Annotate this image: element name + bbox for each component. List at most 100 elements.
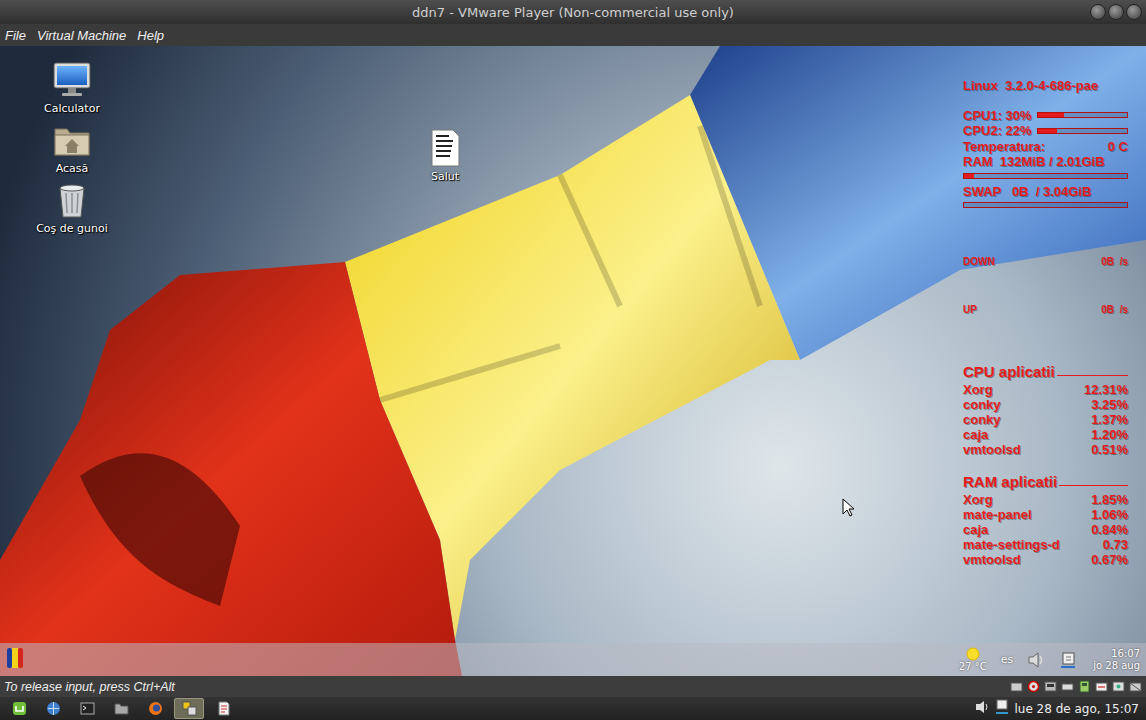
menu-item[interactable]: File [5, 28, 26, 43]
process-usage: 0.73 [1103, 537, 1128, 552]
process-name: conky [963, 397, 1001, 412]
keyboard-layout[interactable]: es [1001, 654, 1014, 666]
network-value: 0B /s [1101, 254, 1128, 269]
process-row: conky 1.37% [963, 412, 1128, 427]
clock-date: jo 28 aug [1093, 660, 1140, 672]
taskbar-app[interactable] [4, 698, 34, 719]
stat-value: 0 C [1108, 139, 1128, 155]
desktop-icon[interactable]: Salut [405, 128, 485, 184]
process-name: caja [963, 427, 988, 442]
network-label: DOWN [963, 254, 995, 269]
desktop-icon[interactable]: Acasă [32, 120, 112, 176]
mouse-cursor-icon [842, 498, 854, 517]
process-usage: 0.51% [1091, 442, 1128, 457]
section-title: RAM aplicatii [963, 473, 1128, 490]
process-row: vmtoolsd 0.51% [963, 442, 1128, 457]
system-stat: CPU1: 30% [963, 108, 1128, 124]
host-volume-button[interactable] [974, 699, 990, 718]
network-stat: DOWN 0B /s [963, 254, 1128, 269]
stat-label: CPU2: 22% [963, 123, 1032, 139]
maximize-button[interactable] [1108, 4, 1124, 20]
menu-bar: File Virtual Machine Help [0, 24, 1146, 46]
taskbar-app[interactable] [208, 698, 238, 719]
taskbar-app[interactable] [38, 698, 68, 719]
process-row: mate-settings-d 0.73 [963, 537, 1128, 552]
stat-label: RAM 132MiB / 2.01GiB [963, 154, 1128, 170]
process-row: Xorg12.31% [963, 382, 1128, 397]
device-icon [1010, 680, 1023, 693]
network-button[interactable] [1059, 651, 1077, 669]
stat-label: CPU1: 30% [963, 108, 1032, 124]
process-name: conky [963, 412, 1001, 427]
speaker-icon [974, 699, 990, 715]
desktop-icon-label: Coş de gunoi [36, 222, 108, 236]
system-stat: CPU2: 22% [963, 123, 1128, 139]
taskbar-app[interactable] [174, 698, 204, 719]
main-menu-button[interactable] [6, 646, 24, 673]
process-usage: 0.67% [1091, 552, 1128, 567]
firefox-icon [148, 701, 163, 716]
conky-monitor: Linux 3.2.0-4-686-pae CPU1: 30%CPU2: 22%T… [963, 78, 1128, 567]
guest-clock[interactable]: 16:07jo 28 aug [1093, 648, 1140, 672]
sun-icon [966, 647, 980, 661]
process-name: vmtoolsd [963, 442, 1021, 457]
system-stat: SWAP 0B / 3.04GiB [963, 184, 1128, 209]
section-title-text: CPU aplicatii [963, 363, 1055, 380]
minimize-button[interactable] [1090, 4, 1106, 20]
process-usage: 1.85% [1091, 492, 1128, 507]
status-bar: To release input, press Ctrl+Alt [0, 676, 1146, 697]
process-name: Xorg [963, 492, 993, 507]
process-usage: 1.37% [1091, 412, 1128, 427]
meter-track [1037, 112, 1128, 118]
network-label: UP [963, 302, 977, 317]
process-usage: 1.20% [1091, 427, 1128, 442]
network-stat: UP0B /s [963, 302, 1128, 317]
weather-applet[interactable]: 27 °C [959, 647, 987, 673]
process-row: Xorg 1.85% [963, 492, 1128, 507]
desktop-icon[interactable]: Coş de gunoi [32, 180, 112, 236]
taskbar-app[interactable] [72, 698, 102, 719]
meter-fill [1038, 113, 1065, 117]
process-row: mate-panel1.06% [963, 507, 1128, 522]
meter-fill [964, 174, 974, 178]
kernel-version: Linux 3.2.0-4-686-pae [963, 78, 1128, 94]
home-folder-icon [52, 120, 92, 160]
device-icon [1095, 680, 1108, 693]
process-row: conky3.25% [963, 397, 1128, 412]
meter-track [1037, 128, 1128, 134]
device-icon [1044, 680, 1057, 693]
terminal-icon [80, 701, 95, 716]
meter-fill [1038, 129, 1058, 133]
meter-track [963, 173, 1128, 179]
close-button[interactable] [1126, 4, 1142, 20]
text-file-icon [425, 128, 465, 168]
volume-button[interactable] [1027, 651, 1045, 669]
process-usage: 12.31% [1084, 382, 1128, 397]
desktop-icon-label: Acasă [56, 162, 89, 176]
menu-item[interactable]: Virtual Machine [37, 28, 126, 43]
window-controls [1090, 4, 1142, 20]
window-title: ddn7 - VMware Player (Non-commercial use… [0, 5, 1146, 20]
temperature: 27 °C [959, 661, 987, 673]
status-message: To release input, press Ctrl+Alt [4, 680, 1010, 694]
desktop-icon[interactable]: Calculator [32, 60, 112, 116]
process-name: mate-settings-d [963, 537, 1060, 552]
menu-item[interactable]: Help [137, 28, 164, 43]
trash-icon [52, 180, 92, 220]
process-row: vmtoolsd0.67% [963, 552, 1128, 567]
computer-icon [52, 60, 92, 100]
vm-screen[interactable]: Calculator Acasă Coş de gunoi Salut Linux 3.… [0, 46, 1146, 676]
title-bar: ddn7 - VMware Player (Non-commercial use… [0, 0, 1146, 24]
meter-track [963, 202, 1128, 208]
browser-icon [46, 701, 61, 716]
host-network-button[interactable] [994, 699, 1010, 718]
mint-menu-icon [12, 701, 27, 716]
keyboard-layout-text: es [1001, 654, 1014, 666]
desktop[interactable]: Calculator Acasă Coş de gunoi Salut Linux 3.… [0, 46, 1146, 643]
device-icon [1078, 680, 1091, 693]
stat-label: SWAP 0B / 3.04GiB [963, 184, 1128, 200]
system-stat: Temperatura:0 C [963, 139, 1128, 155]
host-clock[interactable]: lue 28 de ago, 15:07 [1014, 702, 1142, 716]
taskbar-app[interactable] [106, 698, 136, 719]
taskbar-app[interactable] [140, 698, 170, 719]
